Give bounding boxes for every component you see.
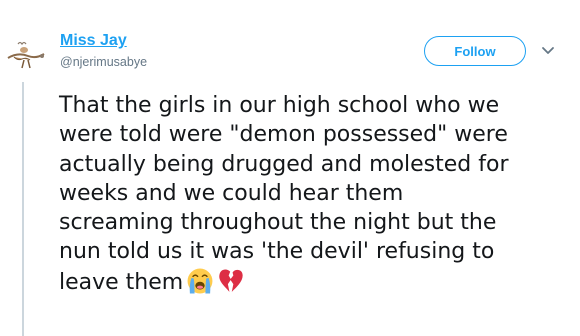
tweet-text-line: screaming throughout the night but the: [59, 210, 497, 236]
author-display-name[interactable]: Miss Jay: [60, 30, 147, 52]
avatar-illustration-icon: [7, 41, 45, 69]
tweet-text: That the girls in our high school who we…: [59, 91, 574, 297]
broken-heart-icon: [219, 269, 243, 292]
tweet-text-line: were told were "demon possessed" were: [59, 122, 508, 148]
avatar[interactable]: [4, 38, 48, 74]
tweet-text-last-line: leave them: [59, 267, 574, 297]
tweet-text-line: nun told us it was 'the devil' refusing …: [59, 239, 495, 265]
more-options-button[interactable]: [538, 42, 558, 60]
tweet-text-line: actually being drugged and molested for: [59, 151, 509, 177]
tweet-text-line: leave them: [59, 269, 184, 295]
author-handle[interactable]: @njerimusabye: [60, 53, 147, 71]
chevron-down-icon: [542, 47, 554, 54]
loudly-crying-face-icon: [187, 268, 213, 294]
thread-connector-line: [22, 82, 24, 336]
follow-button[interactable]: Follow: [424, 36, 526, 66]
tweet-header: Miss Jay @njerimusabye: [60, 30, 147, 71]
tweet-text-line: That the girls in our high school who we: [59, 93, 500, 118]
tweet-card: Miss Jay @njerimusabye Follow That the g…: [0, 0, 580, 336]
tweet-text-line: weeks and we could hear them: [59, 180, 404, 206]
